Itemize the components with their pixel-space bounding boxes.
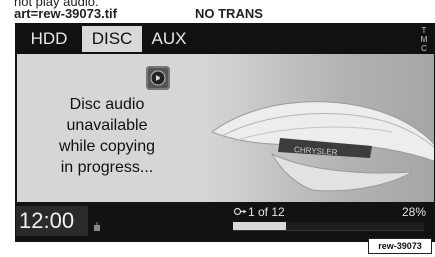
emblem-text: CHRYSLER	[294, 145, 338, 157]
copy-percent: 28%	[401, 205, 426, 219]
tmc-letter: C	[421, 44, 427, 53]
track-indicator: 1 of 12	[233, 205, 285, 219]
source-tab-bar: HDD DISC AUX T M C	[15, 23, 435, 54]
status-message: Disc audio unavailable while copying in …	[27, 94, 187, 178]
track-icon	[233, 207, 247, 216]
no-trans-label: NO TRANS	[195, 6, 263, 21]
message-line: in progress...	[60, 159, 154, 176]
track-count: 1 of 12	[248, 205, 285, 219]
message-line: unavailable	[66, 117, 148, 134]
tab-aux[interactable]: AUX	[143, 26, 195, 52]
media-content-area: CHRYSLER Disc audio unavailable while co…	[17, 54, 434, 202]
copy-progress-fill	[233, 222, 286, 230]
radio-icon	[94, 222, 100, 231]
tmc-letter: M	[420, 35, 428, 44]
caption-line-2: art=rew-39073.tif NO TRANS	[14, 6, 263, 21]
status-bar: 12:00 1 of 12 28%	[15, 202, 435, 242]
chrysler-wings-emblem: CHRYSLER	[212, 101, 434, 192]
message-line: while copying	[58, 138, 156, 155]
clock-button[interactable]: 12:00	[16, 206, 88, 236]
tab-disc[interactable]: DISC	[82, 26, 142, 52]
infotainment-screen: HDD DISC AUX T M C CHRYSLER Disc audio u…	[15, 23, 435, 242]
art-id-label: rew-39073	[368, 238, 432, 254]
message-line: Disc audio	[69, 96, 145, 113]
tmc-letter: T	[421, 26, 427, 35]
art-filename: art=rew-39073.tif	[14, 6, 117, 21]
tab-hdd[interactable]: HDD	[19, 26, 79, 52]
disc-icon	[146, 66, 170, 90]
tmc-indicator: T M C	[418, 26, 430, 53]
